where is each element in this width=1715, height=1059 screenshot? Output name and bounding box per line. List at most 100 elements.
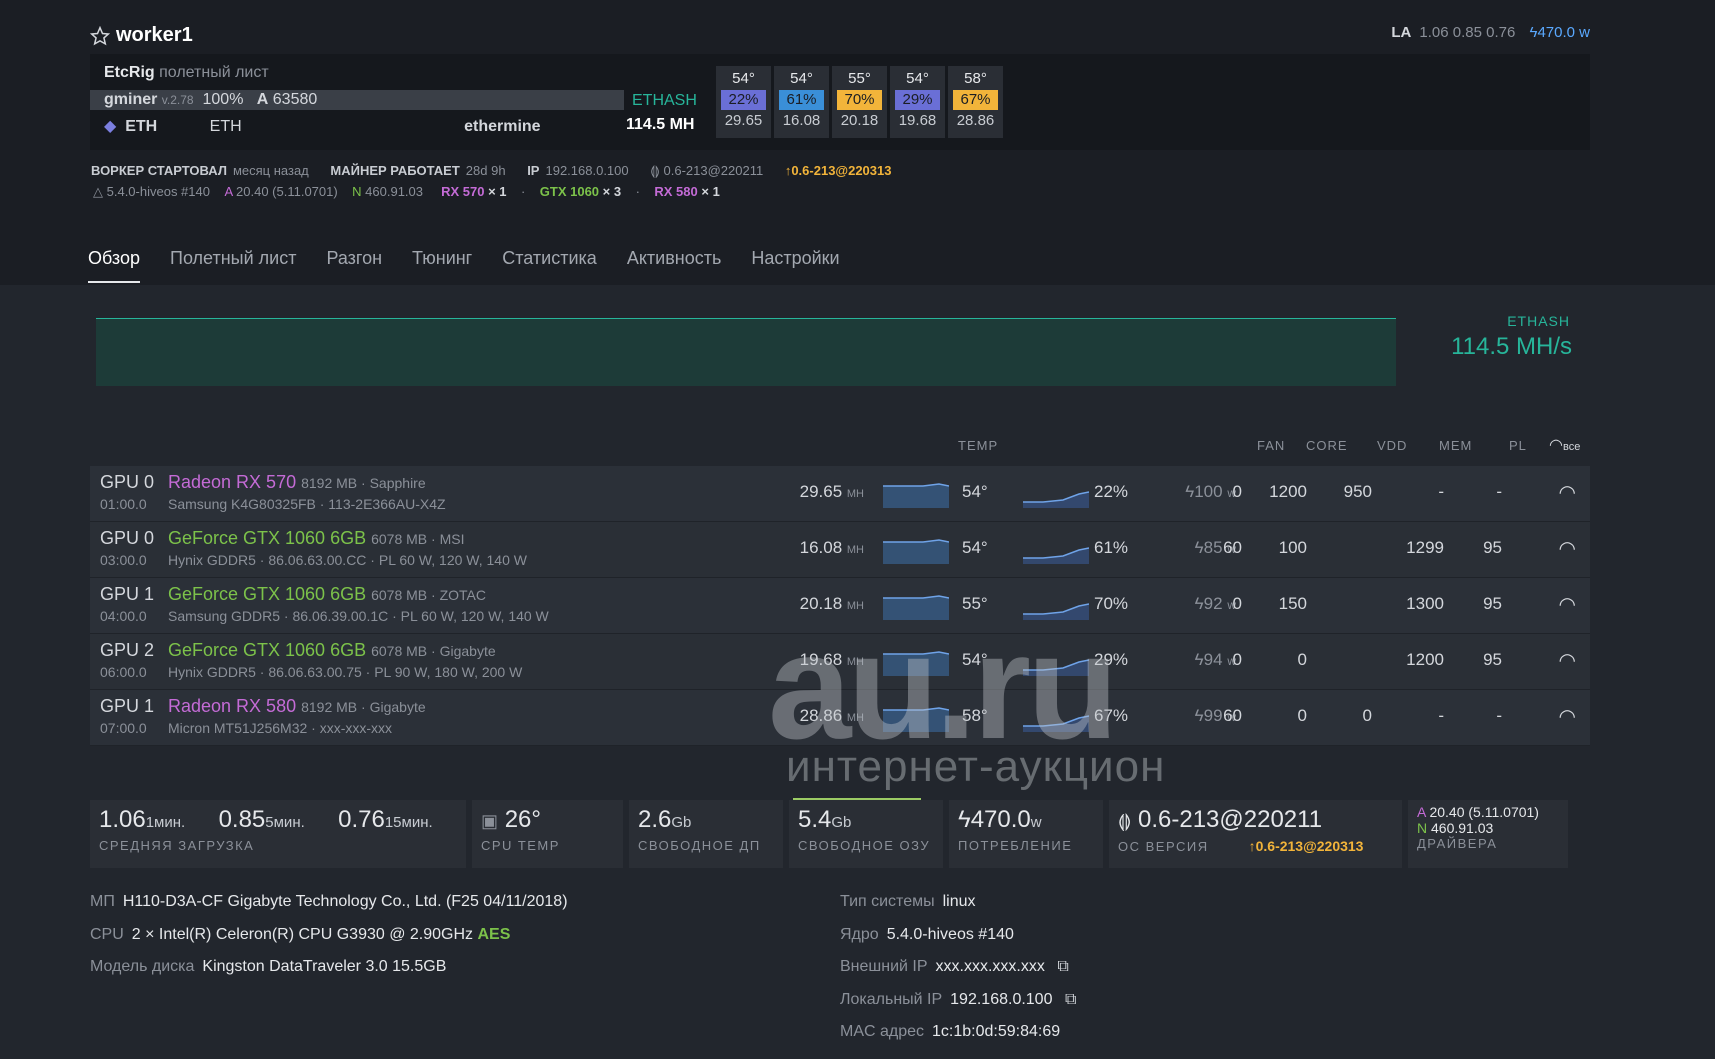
tab-5[interactable]: Активность — [627, 248, 722, 283]
spec-disk: Модель диска Kingston DataTraveler 3.0 15… — [90, 958, 447, 975]
gpu-summary-fan: 67% — [953, 90, 998, 110]
gpu-temp: 54° — [962, 482, 988, 501]
oc-all-button[interactable]: ◠все — [1549, 435, 1580, 455]
flight-algo: ETHASH — [632, 92, 697, 109]
gpu-name-cell: GeForce GTX 1060 6GB 6078 MB · MSI — [168, 528, 464, 549]
speedometer-icon: ◠ — [1558, 538, 1576, 560]
copy-icon[interactable]: ⧉ — [1057, 958, 1068, 975]
gpu-pl: - — [1496, 706, 1502, 725]
worker-name: worker1 — [116, 24, 193, 46]
gpu-summary-fan: 22% — [721, 90, 766, 110]
watermark-tagline: интернет-аукцион — [786, 742, 1166, 791]
overclock-button[interactable]: ◠ — [1559, 648, 1576, 673]
graph-hashrate: 114.5 MH/s — [1451, 333, 1572, 360]
copy-icon[interactable]: ⧉ — [1065, 991, 1076, 1008]
gpu-summary-hashrate: 20.18 — [840, 112, 879, 129]
gpu-core: 150 — [1278, 594, 1307, 613]
star-icon[interactable] — [90, 25, 110, 46]
gpu-bus: 01:00.0 — [100, 496, 147, 512]
gpu-model-count: RX 570 — [441, 184, 485, 199]
gpu-hashrate: 29.65 MH — [799, 482, 864, 501]
spec-local-ip: Локальный IP 192.168.0.100 ⧉ — [840, 991, 1077, 1008]
speedometer-icon: ◠ — [1558, 706, 1576, 728]
la-label: LA — [1391, 24, 1412, 41]
load-average: LA 1.06 0.85 0.76 ϟ470.0 w — [1391, 24, 1590, 41]
tab-6[interactable]: Настройки — [751, 248, 839, 283]
col-mem: MEM — [1439, 438, 1473, 453]
col-pl: PL — [1509, 438, 1527, 453]
tab-2[interactable]: Разгон — [326, 248, 382, 283]
accepted-label: A — [256, 91, 269, 108]
gpu-memory: 8192 MB · Sapphire — [301, 475, 426, 491]
gpu-summary-temp: 54° — [732, 70, 755, 87]
gpu-model: Radeon RX 580 — [168, 696, 297, 716]
gpu-row[interactable]: GPU 0 03:00.0 GeForce GTX 1060 6GB 6078 MB… — [90, 522, 1590, 578]
gpu-details: Hynix GDDR5 · 86.06.63.00.75 · PL 90 W, … — [168, 664, 523, 680]
flight-sheet-label: полетный лист — [159, 64, 269, 81]
coin: ETH — [125, 118, 158, 135]
flight-sheet-panel[interactable]: EtcRig полетный лист gminer v.2.78 100% … — [90, 54, 1590, 150]
overclock-button[interactable]: ◠ — [1559, 704, 1576, 729]
speedometer-icon: ◠ — [1558, 594, 1576, 616]
gpu-summary-box: 54° 29% 19.68 — [890, 66, 945, 138]
flight-hashrate: 114.5 MH — [626, 116, 695, 133]
gpu-id: GPU 0 — [100, 472, 155, 492]
overclock-button[interactable]: ◠ — [1559, 480, 1576, 505]
gpu-pl: 95 — [1483, 538, 1502, 557]
gpu-vdd: 950 — [1343, 482, 1372, 501]
gpu-row[interactable]: GPU 0 01:00.0 Radeon RX 570 8192 MB · Sapp… — [90, 466, 1590, 522]
tab-4[interactable]: Статистика — [502, 248, 597, 283]
gpu-id: GPU 1 — [100, 696, 155, 716]
highlight-line — [793, 798, 921, 800]
worker-info-line: ВОРКЕР СТАРТОВАЛ месяц назад МАЙНЕР РАБОТ… — [91, 163, 891, 179]
cpu-icon: ▣ — [481, 811, 499, 831]
spec-cpu: CPU 2 × Intel(R) Celeron(R) CPU G3930 @ 2… — [90, 926, 511, 943]
stat-drivers: A 20.40 (5.11.0701) N 460.91.03 ДРАЙВЕРА — [1408, 800, 1568, 868]
gpu-mem: - — [1438, 706, 1444, 725]
gpu-mem: - — [1438, 482, 1444, 501]
stats-row: 1.061мин. 0.855мин. 0.7615мин. СРЕДНЯЯ З… — [90, 800, 1568, 868]
ip-label: IP — [527, 163, 540, 178]
gpu-count: × 3 — [602, 184, 622, 199]
speedometer-icon: ◠ — [1558, 482, 1576, 504]
gpu-id: GPU 2 — [100, 640, 155, 660]
gpu-core: 100 — [1278, 538, 1307, 557]
hive-icon: ⟬⟭ — [1118, 811, 1132, 831]
wallet-coin: ETH — [209, 118, 242, 135]
tab-1[interactable]: Полетный лист — [170, 248, 296, 283]
gpu-summary-box: 55° 70% 20.18 — [832, 66, 887, 138]
gpu-name-cell: GeForce GTX 1060 6GB 6078 MB · Gigabyte — [168, 640, 496, 661]
gpu-fan: 0 — [1232, 650, 1242, 669]
tab-0[interactable]: Обзор — [88, 248, 140, 283]
gpu-details: Hynix GDDR5 · 86.06.63.00.CC · PL 60 W, … — [168, 552, 527, 568]
stat-cpu-temp: ▣ 26° CPU TEMP — [472, 800, 623, 868]
gpu-name-cell: GeForce GTX 1060 6GB 6078 MB · ZOTAC — [168, 584, 486, 605]
power-value: 470.0 — [1537, 24, 1575, 41]
update-link[interactable]: ↑0.6-213@220313 — [785, 163, 892, 178]
gpu-summary-temp: 54° — [906, 70, 929, 87]
gpu-mem: 1300 — [1406, 594, 1444, 613]
overclock-button[interactable]: ◠ — [1559, 592, 1576, 617]
col-core: CORE — [1306, 438, 1348, 453]
miner-uptime-label: МАЙНЕР РАБОТАЕТ — [330, 163, 460, 178]
gpu-mem: 1200 — [1406, 650, 1444, 669]
gpu-pl: 95 — [1483, 650, 1502, 669]
fan-sparkline — [1023, 480, 1090, 508]
stat-free-ram: 5.4Gb СВОБОДНОЕ ОЗУ — [789, 800, 943, 868]
col-temp: TEMP — [958, 438, 999, 453]
gpu-summary-fan: 61% — [779, 90, 824, 110]
speedometer-icon: ◠ — [1558, 650, 1576, 672]
gpu-vdd: 0 — [1362, 706, 1372, 725]
os-update-link[interactable]: ↑0.6-213@220313 — [1249, 838, 1364, 854]
tab-3[interactable]: Тюнинг — [412, 248, 472, 283]
overclock-button[interactable]: ◠ — [1559, 536, 1576, 561]
gpu-mem: 1299 — [1406, 538, 1444, 557]
gpu-count: × 1 — [488, 184, 507, 199]
gpu-model: GeForce GTX 1060 6GB — [168, 528, 367, 548]
gpu-fan: 60 — [1223, 706, 1242, 725]
started-value: месяц назад — [232, 163, 309, 178]
gpu-summary-temp: 55° — [848, 70, 871, 87]
gpu-count: × 1 — [701, 184, 720, 199]
hive-icon: ⟬⟭ — [650, 163, 660, 178]
gpu-name-cell: Radeon RX 580 8192 MB · Gigabyte — [168, 696, 426, 717]
